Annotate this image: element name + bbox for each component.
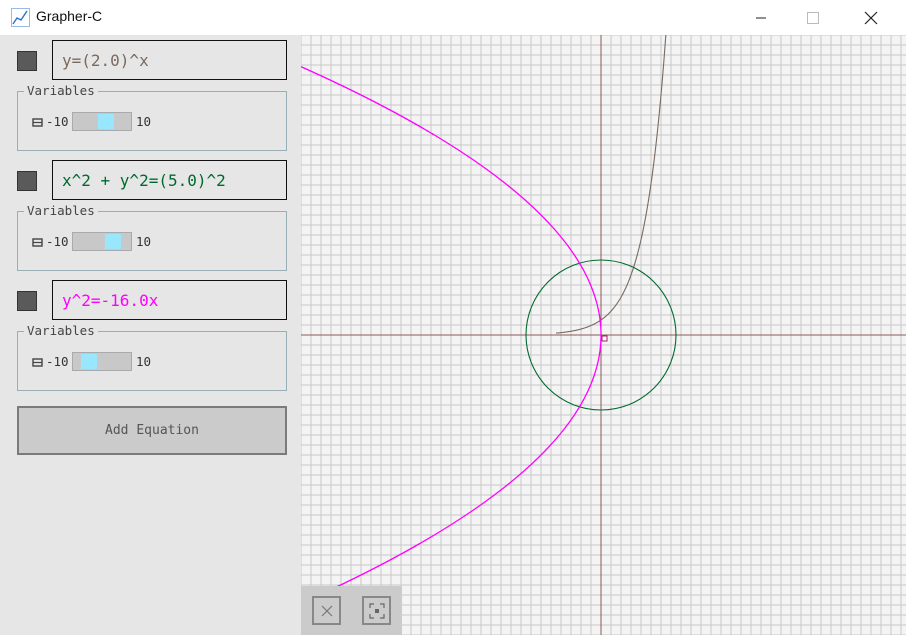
- equation-panel: y=(2.0)^x Variables -10 10 x^2 + y^2=(5.…: [0, 35, 301, 635]
- variable-max: 10: [136, 354, 152, 369]
- variable-min: -10: [46, 234, 69, 249]
- slider-thumb[interactable]: [104, 234, 121, 249]
- clear-icon: [321, 605, 332, 616]
- variable-max: 10: [136, 234, 152, 249]
- variable-min: -10: [46, 114, 69, 129]
- slider-thumb[interactable]: [98, 114, 115, 129]
- equation-3-input[interactable]: y^2=-16.0x: [52, 280, 287, 320]
- equation-2-variables: Variables -10 10: [17, 204, 287, 271]
- variables-label: Variables: [24, 324, 98, 338]
- minimize-button[interactable]: [732, 0, 790, 35]
- variable-icon: [32, 118, 43, 127]
- recenter-icon: [368, 602, 385, 619]
- add-equation-button[interactable]: Add Equation: [17, 406, 287, 455]
- graph-plot[interactable]: [301, 35, 906, 635]
- minimize-icon: [756, 17, 766, 18]
- variable-icon: [32, 238, 43, 247]
- graph-app-icon: [11, 8, 30, 27]
- variable-icon: [32, 358, 43, 367]
- maximize-button[interactable]: [784, 0, 842, 35]
- origin-marker: [601, 335, 608, 342]
- maximize-icon: [807, 11, 819, 24]
- equation-1-variables: Variables -10 10: [17, 84, 287, 151]
- clear-button[interactable]: [312, 596, 341, 625]
- graph-toolbar: [301, 586, 402, 635]
- close-icon: [864, 11, 878, 24]
- equation-2-text: x^2 + y^2=(5.0)^2: [62, 170, 226, 190]
- equation-3-text: y^2=-16.0x: [62, 290, 159, 310]
- variable-slider[interactable]: [72, 232, 132, 251]
- variables-label: Variables: [24, 84, 98, 98]
- close-button[interactable]: [842, 0, 900, 35]
- equation-1-toggle[interactable]: [17, 51, 37, 71]
- equation-1-input[interactable]: y=(2.0)^x: [52, 40, 287, 80]
- recenter-button[interactable]: [362, 596, 391, 625]
- variable-slider[interactable]: [72, 112, 132, 131]
- window-title: Grapher-C: [36, 8, 103, 24]
- equation-2-input[interactable]: x^2 + y^2=(5.0)^2: [52, 160, 287, 200]
- title-bar: Grapher-C: [0, 0, 906, 35]
- slider-thumb[interactable]: [81, 354, 98, 369]
- equation-3-variables: Variables -10 10: [17, 324, 287, 391]
- equation-2-toggle[interactable]: [17, 171, 37, 191]
- variable-min: -10: [46, 354, 69, 369]
- variable-slider[interactable]: [72, 352, 132, 371]
- equation-3-toggle[interactable]: [17, 291, 37, 311]
- variable-max: 10: [136, 114, 152, 129]
- variables-label: Variables: [24, 204, 98, 218]
- graph-canvas[interactable]: [301, 35, 906, 635]
- equation-1-text: y=(2.0)^x: [62, 50, 149, 70]
